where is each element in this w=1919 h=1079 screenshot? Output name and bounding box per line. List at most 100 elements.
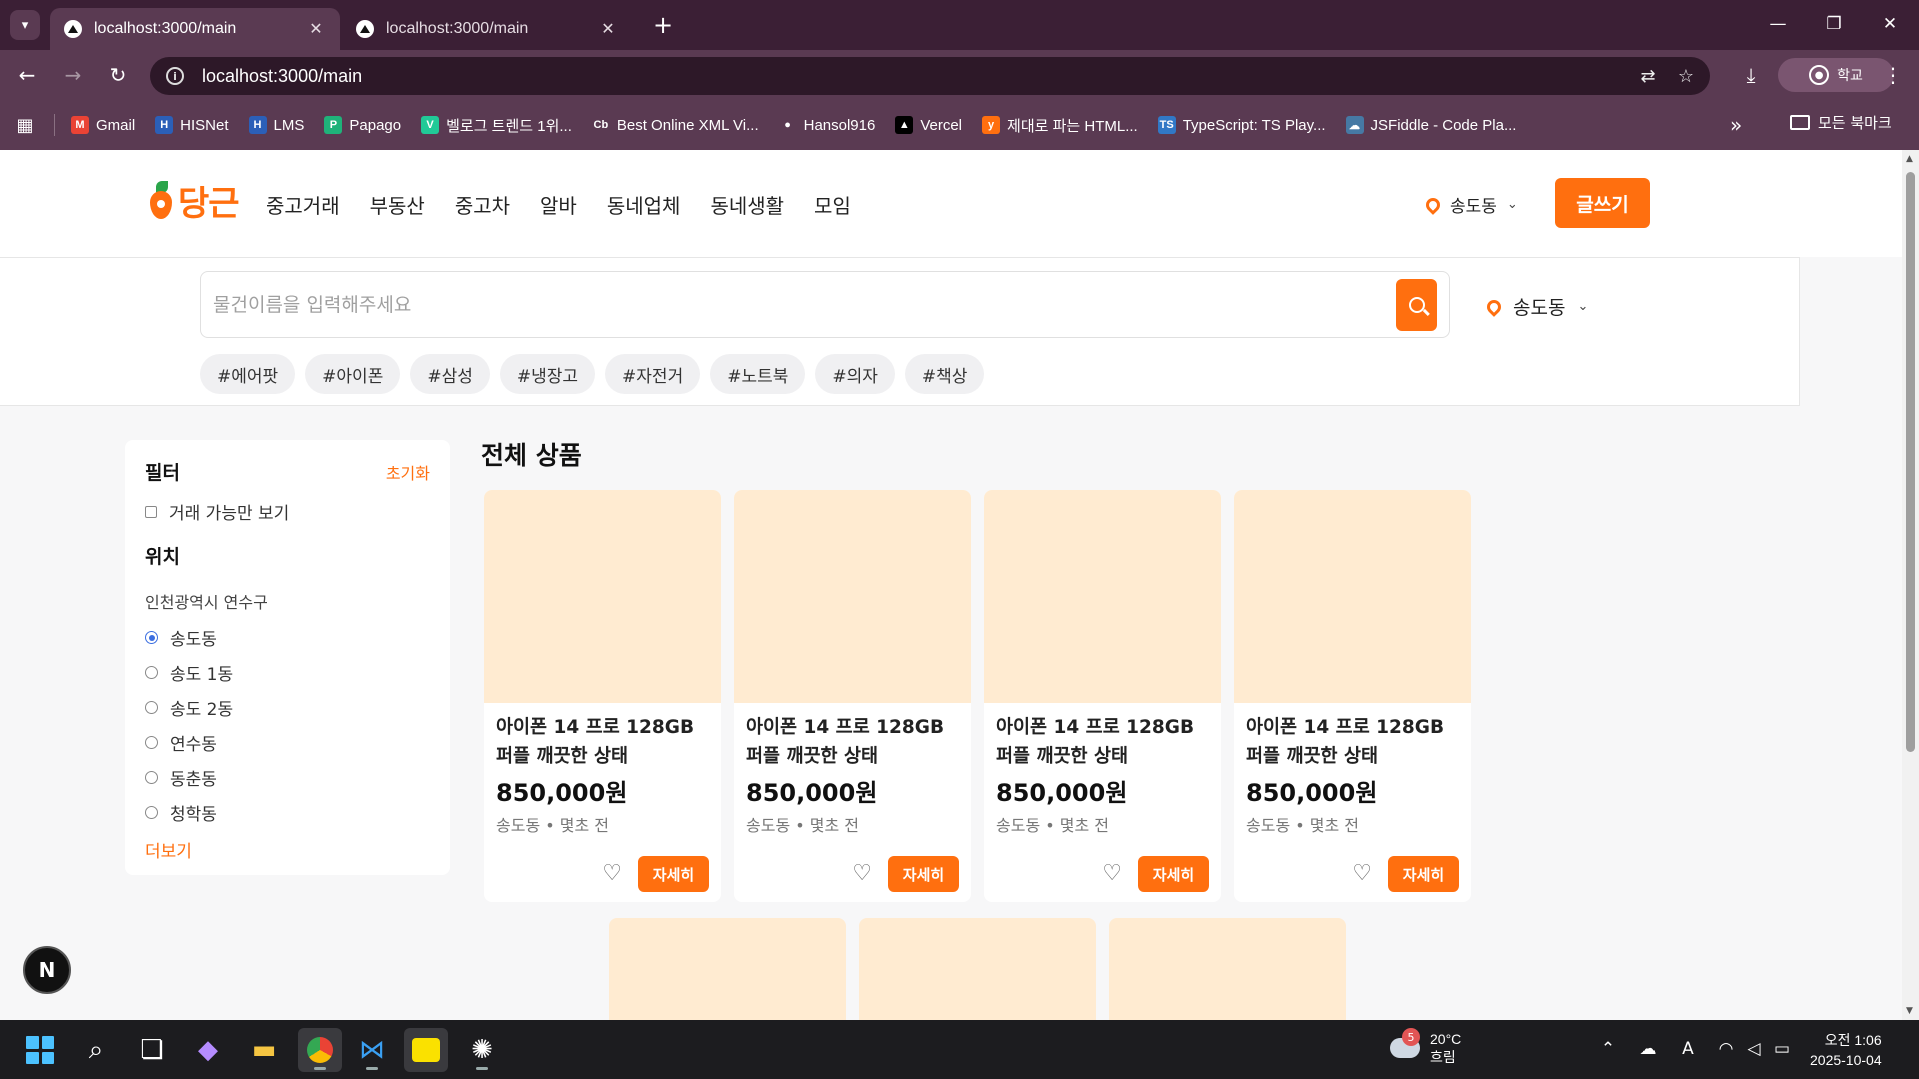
search-icon[interactable]: ⌕ bbox=[74, 1028, 118, 1072]
bookmark-item[interactable]: M Gmail bbox=[71, 116, 135, 134]
nav-item-used-car[interactable]: 중고차 bbox=[455, 190, 510, 219]
location-radio-option[interactable]: 동춘동 bbox=[145, 767, 430, 790]
tag-chip[interactable]: #노트북 bbox=[710, 354, 806, 394]
search-input[interactable] bbox=[213, 282, 1363, 327]
close-window-button[interactable]: ✕ bbox=[1872, 8, 1908, 40]
page-scrollbar[interactable]: ▲ ▼ bbox=[1902, 150, 1919, 1020]
wifi-icon[interactable]: ◠ bbox=[1714, 1037, 1738, 1061]
reload-button[interactable]: ↻ bbox=[103, 60, 133, 90]
restore-button[interactable]: ❐ bbox=[1816, 8, 1852, 40]
radio-unchecked[interactable] bbox=[145, 666, 158, 679]
battery-icon[interactable]: ▭ bbox=[1770, 1037, 1794, 1061]
scroll-down-icon[interactable]: ▼ bbox=[1906, 1006, 1913, 1016]
product-card[interactable] bbox=[609, 918, 846, 1020]
product-image[interactable] bbox=[609, 918, 846, 1020]
translate-icon[interactable]: ⇄ bbox=[1635, 63, 1661, 89]
product-card[interactable] bbox=[1109, 918, 1346, 1020]
product-image[interactable] bbox=[734, 490, 971, 703]
heart-icon[interactable]: ♡ bbox=[602, 863, 622, 885]
bookmark-item[interactable]: P Papago bbox=[324, 116, 401, 134]
radio-unchecked[interactable] bbox=[145, 771, 158, 784]
tag-chip[interactable]: #아이폰 bbox=[305, 354, 401, 394]
tag-chip[interactable]: #의자 bbox=[815, 354, 895, 394]
nav-item-real-estate[interactable]: 부동산 bbox=[370, 190, 425, 219]
url-text[interactable]: localhost:3000/main bbox=[202, 66, 362, 87]
ime-icon[interactable]: A bbox=[1676, 1037, 1700, 1061]
copilot-icon[interactable]: ◆ bbox=[186, 1028, 230, 1072]
system-clock[interactable]: 오전 1:06 2025-10-04 bbox=[1810, 1030, 1882, 1070]
product-image[interactable] bbox=[484, 490, 721, 703]
menu-kebab-icon[interactable]: ⋮ bbox=[1878, 60, 1908, 90]
new-tab-button[interactable]: + bbox=[648, 10, 678, 40]
product-image[interactable] bbox=[1109, 918, 1346, 1020]
tab-inactive[interactable]: localhost:3000/main ✕ bbox=[342, 8, 632, 50]
write-post-button[interactable]: 글쓰기 bbox=[1555, 178, 1650, 228]
checkbox[interactable] bbox=[145, 505, 157, 518]
bookmark-item[interactable]: H LMS bbox=[248, 116, 304, 134]
bookmark-item[interactable]: ☁ JSFiddle - Code Pla... bbox=[1345, 116, 1516, 134]
bookmark-item[interactable]: ● Hansol916 bbox=[779, 116, 875, 134]
tag-chip[interactable]: #자전거 bbox=[605, 354, 701, 394]
kakaotalk-icon[interactable] bbox=[404, 1028, 448, 1072]
product-image[interactable] bbox=[859, 918, 1096, 1020]
bookmarks-overflow-icon[interactable]: » bbox=[1730, 113, 1742, 137]
detail-button[interactable]: 자세히 bbox=[638, 856, 709, 892]
product-card[interactable] bbox=[859, 918, 1096, 1020]
tab-search-button[interactable]: ▾ bbox=[10, 10, 40, 40]
chatgpt-icon[interactable]: ✺ bbox=[460, 1028, 504, 1072]
forward-button[interactable]: → bbox=[58, 60, 88, 90]
tab-close-icon[interactable]: ✕ bbox=[598, 19, 618, 39]
product-card[interactable]: 아이폰 14 프로 128GB 퍼플 깨끗한 상태 850,000원 송도동 • … bbox=[1234, 490, 1471, 902]
site-info-icon[interactable]: i bbox=[166, 67, 184, 85]
product-card[interactable]: 아이폰 14 프로 128GB 퍼플 깨끗한 상태 850,000원 송도동 • … bbox=[484, 490, 721, 902]
daangn-logo[interactable]: 당근 bbox=[148, 176, 240, 225]
bookmark-star-icon[interactable]: ☆ bbox=[1673, 63, 1699, 89]
tag-chip[interactable]: #냉장고 bbox=[499, 354, 596, 394]
location-radio-option[interactable]: 송도 2동 bbox=[145, 697, 430, 720]
reset-filter-link[interactable]: 초기화 bbox=[386, 460, 430, 484]
location-radio-option[interactable]: 송도 1동 bbox=[145, 662, 430, 685]
tag-chip[interactable]: #삼성 bbox=[410, 354, 490, 394]
location-radio-option[interactable]: 청학동 bbox=[145, 802, 430, 825]
profile-button[interactable]: ● 학교 bbox=[1778, 58, 1894, 92]
nav-item-groups[interactable]: 모임 bbox=[814, 190, 851, 219]
available-only-checkbox[interactable]: 거래 가능만 보기 bbox=[145, 499, 430, 524]
download-icon[interactable]: ⤓ bbox=[1736, 60, 1766, 90]
scrollbar-thumb[interactable] bbox=[1906, 172, 1915, 752]
nav-item-jobs[interactable]: 알바 bbox=[540, 190, 577, 219]
tag-chip[interactable]: #에어팟 bbox=[200, 354, 296, 394]
vscode-icon[interactable]: ⋈ bbox=[350, 1028, 394, 1072]
nav-item-local-business[interactable]: 동네업체 bbox=[607, 190, 681, 219]
detail-button[interactable]: 자세히 bbox=[888, 856, 959, 892]
bookmark-item[interactable]: Cb Best Online XML Vi... bbox=[592, 116, 759, 134]
product-card[interactable]: 아이폰 14 프로 128GB 퍼플 깨끗한 상태 850,000원 송도동 • … bbox=[984, 490, 1221, 902]
address-bar[interactable]: i localhost:3000/main ⇄ ☆ bbox=[150, 57, 1710, 95]
header-location-selector[interactable]: 송도동 ⌄ bbox=[1423, 192, 1518, 217]
tab-close-icon[interactable]: ✕ bbox=[306, 19, 326, 39]
task-view-icon[interactable]: ❏ bbox=[130, 1028, 174, 1072]
radio-unchecked[interactable] bbox=[145, 806, 158, 819]
nextjs-dev-badge[interactable]: N bbox=[23, 946, 71, 994]
scroll-up-icon[interactable]: ▲ bbox=[1906, 154, 1913, 164]
product-card[interactable]: 아이폰 14 프로 128GB 퍼플 깨끗한 상태 850,000원 송도동 • … bbox=[734, 490, 971, 902]
tray-overflow-icon[interactable]: ⌃ bbox=[1596, 1037, 1620, 1061]
bookmark-item[interactable]: TS TypeScript: TS Play... bbox=[1157, 116, 1326, 134]
bookmark-item[interactable]: H HISNet bbox=[155, 116, 229, 134]
bookmark-item[interactable]: ▲ Vercel bbox=[895, 116, 962, 134]
search-location-selector[interactable]: 송도동 ⌄ bbox=[1484, 293, 1588, 320]
bookmark-item[interactable]: y 제대로 파는 HTML... bbox=[982, 115, 1138, 136]
nav-item-used-trade[interactable]: 중고거래 bbox=[266, 190, 340, 219]
radio-unchecked[interactable] bbox=[145, 701, 158, 714]
product-image[interactable] bbox=[984, 490, 1221, 703]
file-explorer-icon[interactable]: ▬ bbox=[242, 1028, 286, 1072]
product-image[interactable] bbox=[1234, 490, 1471, 703]
detail-button[interactable]: 자세히 bbox=[1138, 856, 1209, 892]
tag-chip[interactable]: #책상 bbox=[904, 354, 985, 394]
apps-grid-icon[interactable]: ▦ bbox=[14, 114, 36, 136]
start-button[interactable] bbox=[18, 1028, 62, 1072]
location-radio-option[interactable]: 송도동 bbox=[145, 627, 430, 650]
cloud-offline-icon[interactable]: ☁ bbox=[1636, 1037, 1660, 1061]
weather-widget[interactable]: 5 20°C 흐림 bbox=[1390, 1028, 1461, 1066]
heart-icon[interactable]: ♡ bbox=[852, 863, 872, 885]
search-button[interactable] bbox=[1396, 279, 1437, 331]
